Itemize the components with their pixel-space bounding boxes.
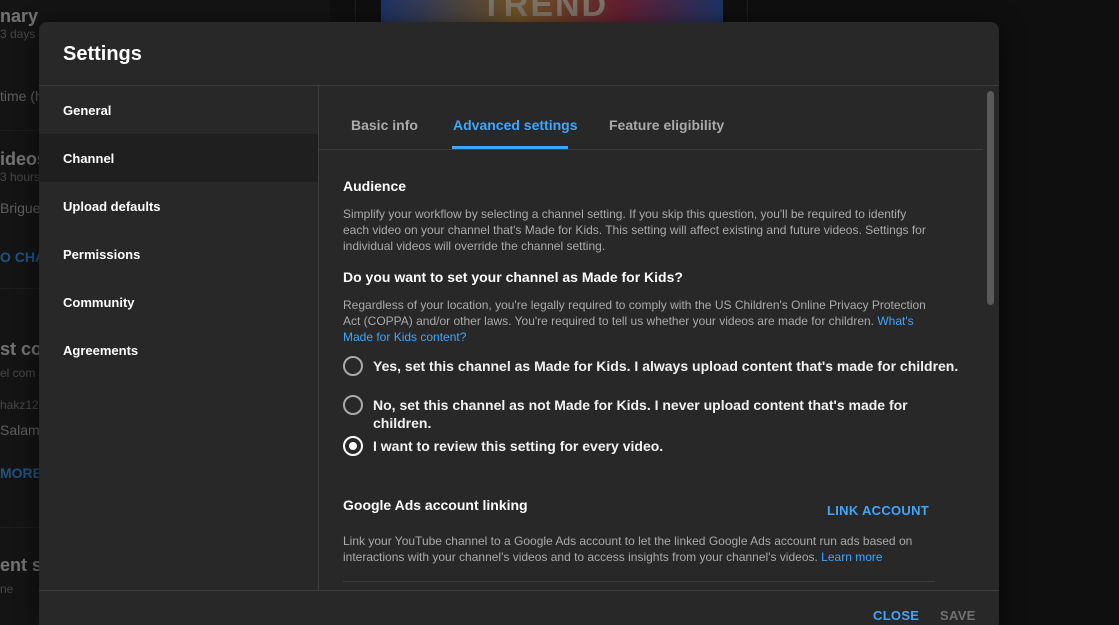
coppa-legal-text: Regardless of your location, you're lega… bbox=[343, 297, 933, 345]
nav-item-label: Agreements bbox=[63, 343, 139, 358]
learn-more-link[interactable]: Learn more bbox=[821, 550, 882, 564]
legal-text: Regardless of your location, you're lega… bbox=[343, 298, 926, 328]
dialog-footer: CLOSE SAVE bbox=[39, 590, 999, 625]
option-label: No, set this channel as not Made for Kid… bbox=[373, 397, 908, 431]
radio-button[interactable] bbox=[343, 356, 363, 376]
nav-item-community[interactable]: Community bbox=[39, 278, 318, 326]
close-button[interactable]: CLOSE bbox=[873, 608, 919, 623]
nav-item-channel[interactable]: Channel bbox=[39, 134, 318, 182]
save-button[interactable]: SAVE bbox=[940, 608, 976, 623]
settings-content: Basic info Advanced settings Feature eli… bbox=[319, 86, 999, 590]
nav-item-label: Community bbox=[63, 295, 135, 310]
section-divider bbox=[343, 581, 935, 582]
dialog-header: Settings bbox=[39, 22, 999, 86]
radio-button-checked[interactable] bbox=[343, 436, 363, 456]
settings-nav: General Channel Upload defaults Permissi… bbox=[39, 86, 319, 590]
audience-description: Simplify your workflow by selecting a ch… bbox=[343, 207, 926, 253]
link-account-button[interactable]: LINK ACCOUNT bbox=[827, 503, 929, 518]
scrollbar-thumb[interactable] bbox=[987, 91, 994, 305]
dialog-title: Settings bbox=[63, 43, 142, 65]
nav-item-label: Permissions bbox=[63, 247, 141, 262]
tab-basic-info[interactable]: Basic info bbox=[351, 117, 418, 133]
nav-item-permissions[interactable]: Permissions bbox=[39, 230, 318, 278]
nav-item-general[interactable]: General bbox=[39, 86, 318, 134]
nav-item-label: Channel bbox=[63, 151, 115, 166]
tab-bar: Basic info Advanced settings Feature eli… bbox=[319, 86, 983, 150]
made-for-kids-question: Do you want to set your channel as Made … bbox=[343, 269, 683, 285]
google-ads-description: Link your YouTube channel to a Google Ad… bbox=[343, 533, 933, 565]
nav-item-label: General bbox=[63, 103, 112, 118]
radio-button[interactable] bbox=[343, 395, 363, 415]
active-tab-indicator bbox=[452, 146, 568, 149]
google-ads-title: Google Ads account linking bbox=[343, 497, 528, 513]
tab-feature-eligibility[interactable]: Feature eligibility bbox=[609, 117, 724, 133]
nav-item-label: Upload defaults bbox=[63, 199, 161, 214]
tab-advanced-settings[interactable]: Advanced settings bbox=[453, 117, 577, 133]
nav-item-agreements[interactable]: Agreements bbox=[39, 326, 318, 374]
settings-dialog: Settings General Channel Upload defaults… bbox=[39, 22, 999, 625]
option-label: Yes, set this channel as Made for Kids. … bbox=[373, 358, 959, 374]
nav-item-upload-defaults[interactable]: Upload defaults bbox=[39, 182, 318, 230]
audience-title: Audience bbox=[343, 178, 407, 194]
option-label: I want to review this setting for every … bbox=[373, 438, 664, 454]
